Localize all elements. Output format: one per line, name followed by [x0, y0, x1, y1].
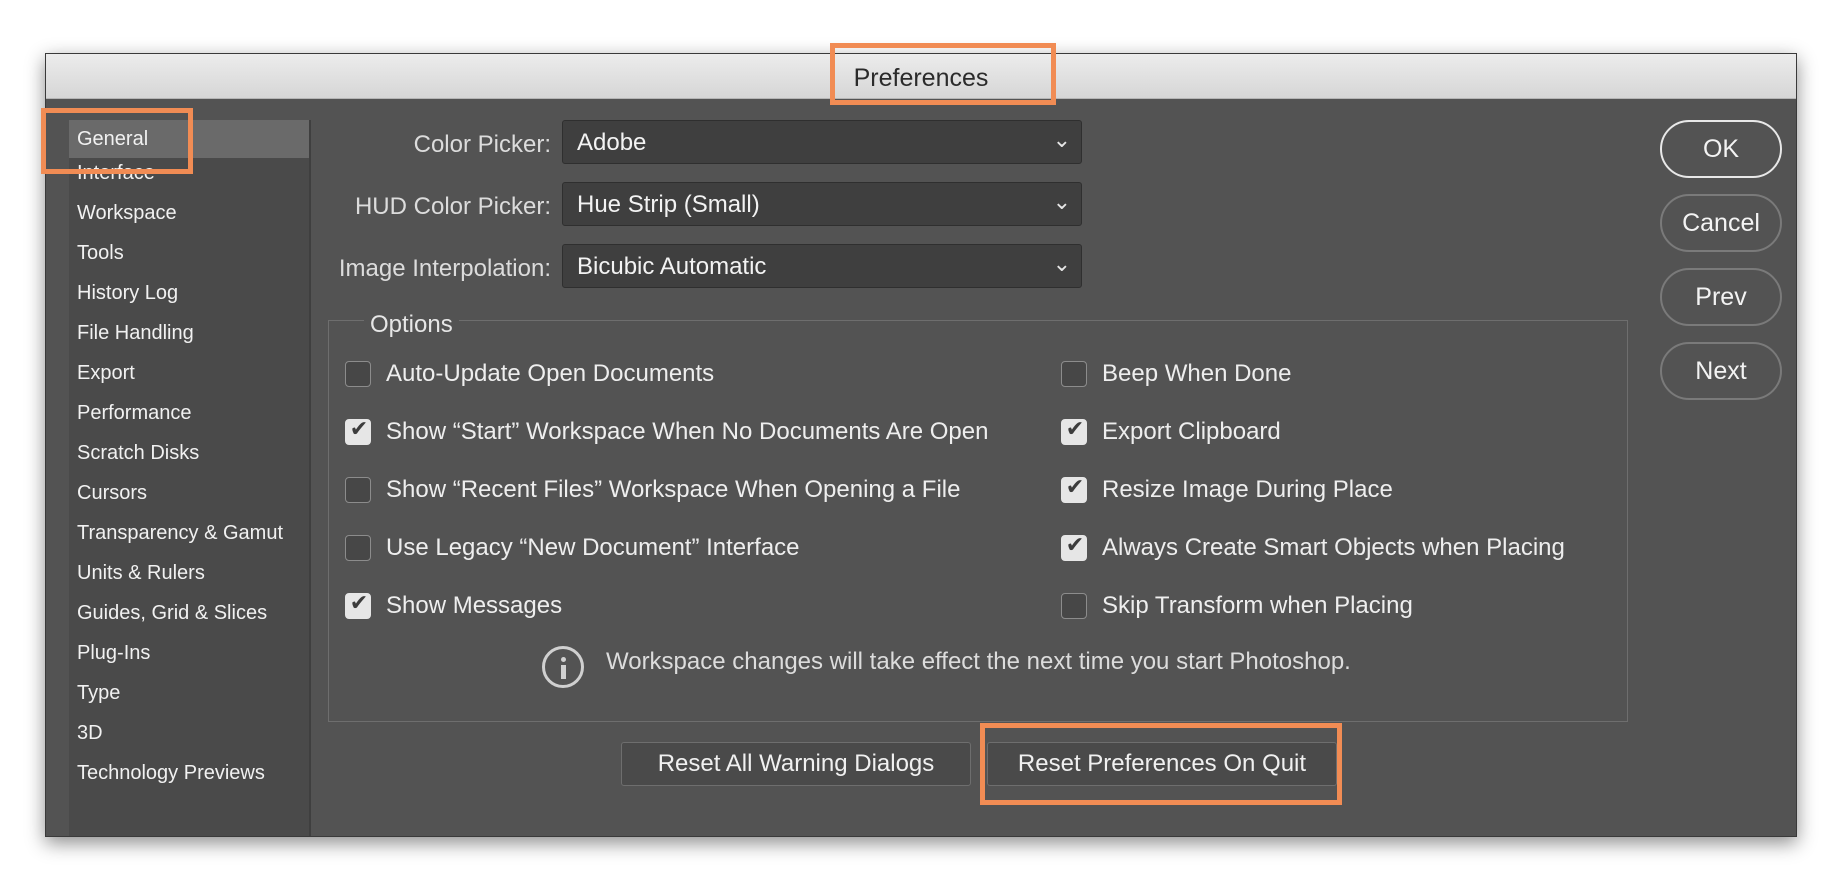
option-label: Auto-Update Open Documents: [386, 360, 715, 387]
option-label: Show “Start” Workspace When No Documents…: [386, 418, 989, 445]
option-label: Show Messages: [386, 592, 563, 619]
checkmark-icon: ✔: [349, 417, 369, 442]
reset-preferences-on-quit-button[interactable]: Reset Preferences On Quit: [987, 742, 1337, 786]
option-label: Use Legacy “New Document” Interface: [386, 534, 800, 561]
sidebar-item-performance[interactable]: Performance: [69, 394, 309, 432]
sidebar-item-guides-grid-slices[interactable]: Guides, Grid & Slices: [69, 594, 309, 632]
checkbox[interactable]: [1061, 361, 1087, 387]
window-title: Preferences: [853, 64, 989, 92]
sidebar-item-scratch-disks[interactable]: Scratch Disks: [69, 434, 309, 472]
prev-button[interactable]: Prev: [1660, 268, 1782, 326]
sidebar-item-plug-ins[interactable]: Plug-Ins: [69, 634, 309, 672]
sidebar-item-units-rulers[interactable]: Units & Rulers: [69, 554, 309, 592]
checkbox-checked[interactable]: ✔: [1061, 533, 1087, 561]
options-group-title: Options: [364, 311, 459, 339]
option-label: Skip Transform when Placing: [1102, 592, 1413, 619]
sidebar-item-cursors[interactable]: Cursors: [69, 474, 309, 512]
checkbox[interactable]: [345, 535, 371, 561]
checkmark-icon: ✔: [349, 591, 369, 616]
sidebar-item-3d[interactable]: 3D: [69, 714, 309, 752]
checkmark-icon: ✔: [1065, 475, 1085, 500]
option-label: Always Create Smart Objects when Placing: [1102, 534, 1565, 561]
checkmark-icon: ✔: [1065, 417, 1085, 442]
next-button[interactable]: Next: [1660, 342, 1782, 400]
sidebar-item-technology-previews[interactable]: Technology Previews: [69, 754, 309, 792]
checkbox-checked[interactable]: ✔: [1061, 475, 1087, 503]
checkbox-checked[interactable]: ✔: [345, 591, 371, 619]
sidebar-item-interface[interactable]: Interface: [69, 154, 309, 192]
sidebar-item-tools[interactable]: Tools: [69, 234, 309, 272]
reset-all-warning-dialogs-button[interactable]: Reset All Warning Dialogs: [621, 742, 971, 786]
info-icon: [542, 646, 584, 688]
info-text: Workspace changes will take effect the n…: [606, 648, 1351, 675]
image-interpolation-select[interactable]: Bicubic Automatic ⌄: [562, 244, 1082, 288]
color-picker-select[interactable]: Adobe ⌄: [562, 120, 1082, 164]
option-label: Beep When Done: [1102, 360, 1292, 387]
preferences-dialog: Preferences General Interface Workspace …: [45, 53, 1797, 837]
sidebar-item-transparency-gamut[interactable]: Transparency & Gamut: [69, 514, 309, 552]
checkbox-checked[interactable]: ✔: [345, 417, 371, 445]
sidebar-item-general[interactable]: General: [69, 120, 309, 158]
option-label: Export Clipboard: [1102, 418, 1281, 445]
chevron-down-icon: ⌄: [1052, 127, 1071, 152]
option-label: Resize Image During Place: [1102, 476, 1393, 503]
sidebar-item-workspace[interactable]: Workspace: [69, 194, 309, 232]
color-picker-label: Color Picker:: [413, 131, 551, 158]
sidebar-item-history-log[interactable]: History Log: [69, 274, 309, 312]
checkbox[interactable]: [1061, 593, 1087, 619]
title-bar: Preferences: [46, 54, 1796, 99]
hud-color-picker-value: Hue Strip (Small): [577, 191, 760, 218]
hud-color-picker-select[interactable]: Hue Strip (Small) ⌄: [562, 182, 1082, 226]
option-label: Show “Recent Files” Workspace When Openi…: [386, 476, 961, 503]
checkmark-icon: ✔: [1065, 533, 1085, 558]
image-interpolation-value: Bicubic Automatic: [577, 253, 767, 280]
image-interpolation-label: Image Interpolation:: [338, 255, 551, 282]
checkbox[interactable]: [345, 477, 371, 503]
sidebar-item-type[interactable]: Type: [69, 674, 309, 712]
cancel-button[interactable]: Cancel: [1660, 194, 1782, 252]
sidebar-item-export[interactable]: Export: [69, 354, 309, 392]
ok-button[interactable]: OK: [1660, 120, 1782, 178]
checkbox-checked[interactable]: ✔: [1061, 417, 1087, 445]
sidebar: General Interface Workspace Tools Histor…: [69, 120, 311, 836]
checkbox[interactable]: [345, 361, 371, 387]
hud-color-picker-label: HUD Color Picker:: [354, 193, 551, 220]
chevron-down-icon: ⌄: [1052, 251, 1071, 276]
sidebar-item-file-handling[interactable]: File Handling: [69, 314, 309, 352]
chevron-down-icon: ⌄: [1052, 189, 1071, 214]
color-picker-value: Adobe: [577, 129, 647, 156]
